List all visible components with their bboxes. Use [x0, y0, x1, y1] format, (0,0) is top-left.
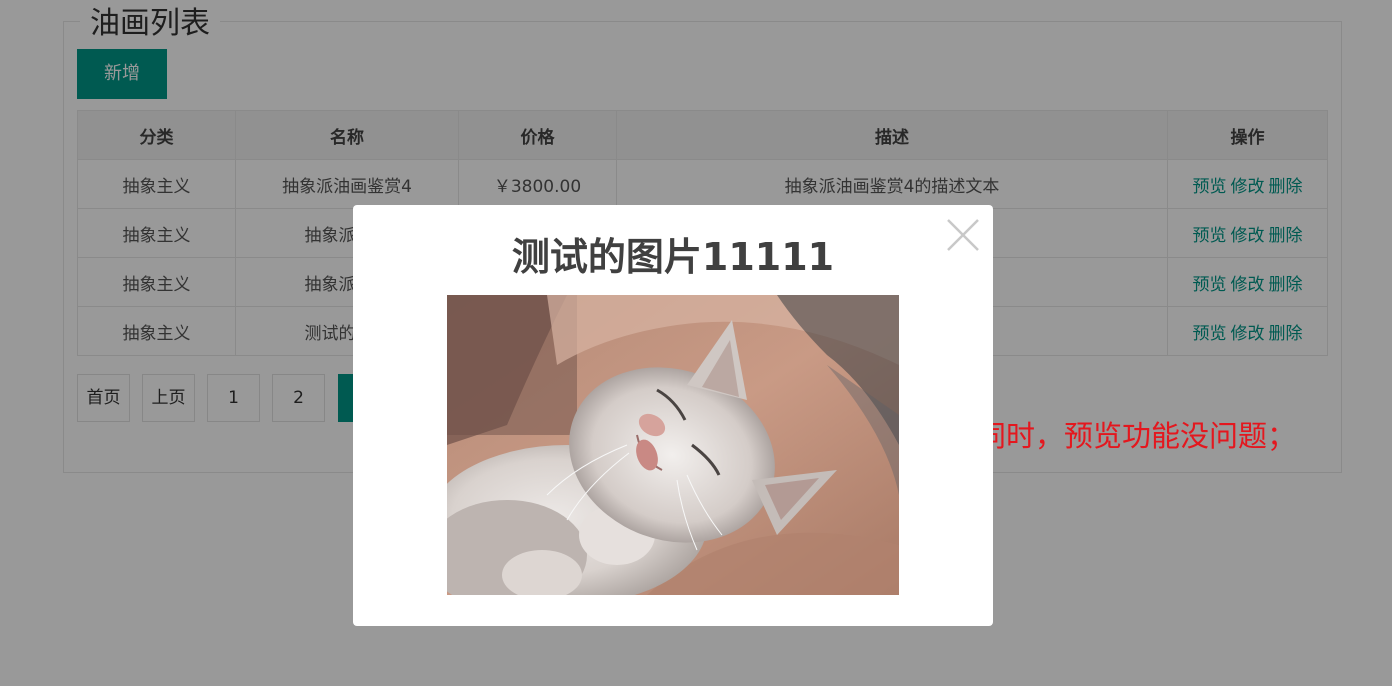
modal-title: 测试的图片11111 — [511, 235, 835, 279]
preview-image — [447, 295, 899, 595]
preview-modal: 测试的图片11111 — [353, 205, 993, 626]
annotation-text: 同时，预览功能没问题； — [977, 419, 1297, 453]
close-icon[interactable] — [945, 217, 981, 253]
